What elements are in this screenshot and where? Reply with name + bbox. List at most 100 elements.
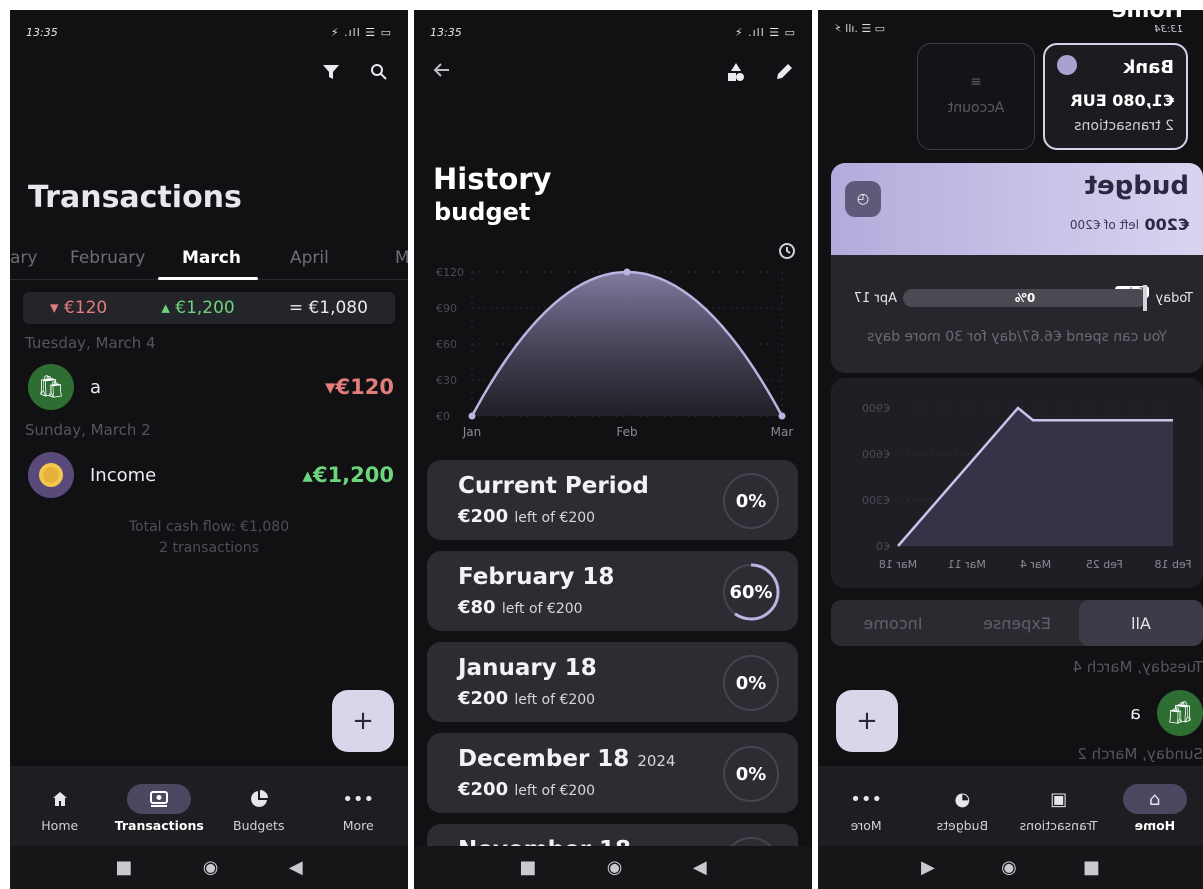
back-icon[interactable]: ◀ (921, 857, 935, 878)
status-icons: ⚡ .ıll ☰ ▭ (330, 25, 392, 39)
period-amount-line: €200 left of €200 (458, 506, 596, 527)
system-nav: ■ ◉ ◀ (10, 846, 408, 889)
period-title: January 18 (458, 655, 597, 681)
nav-label: More (342, 818, 374, 833)
home-screen-mirrored: Home 13:34 ▭ ☰ .ıll ⚡ Bank €1,080 EUR 2 … (818, 10, 1203, 889)
nav-label: Budgets (233, 818, 285, 833)
recents-icon[interactable]: ■ (1083, 857, 1100, 878)
nav-transactions[interactable]: ▣ Transactions (1014, 784, 1104, 834)
today-label: Today (1155, 291, 1193, 306)
transactions-screen: 13:35 ⚡ .ıll ☰ ▭ Transactions ary Februa… (10, 10, 408, 889)
history-icon[interactable]: ◷ (845, 181, 881, 217)
account-color-dot (1057, 55, 1077, 75)
back-arrow-icon[interactable] (432, 60, 452, 85)
nav-budgets[interactable]: ◕ Budgets (917, 784, 1007, 834)
system-nav: ■ ◉ ◀ (414, 846, 812, 889)
recents-icon[interactable]: ■ (115, 857, 132, 878)
edit-icon[interactable] (774, 62, 794, 87)
filter-expense[interactable]: Expense (955, 600, 1079, 646)
pie-chart-icon (227, 784, 291, 814)
home-circle-icon[interactable]: ◉ (607, 857, 623, 878)
nav-home[interactable]: Home (15, 784, 105, 833)
budget-title: budget (1084, 171, 1189, 201)
wallet-icon (127, 784, 192, 814)
day-header: Sunday, March 2 (1077, 745, 1203, 763)
filter-income[interactable]: Income (831, 600, 955, 646)
active-tab-indicator (158, 277, 258, 280)
period-title: Current Period (458, 473, 649, 499)
status-time: 13:35 (26, 25, 58, 39)
budget-history-screen: 13:35 ⚡ .ıll ☰ ▭ History budget €120 €90 €… (414, 10, 812, 889)
budget-left-of: left of €200 (1069, 218, 1139, 232)
x-tick-label: Mar 4 (1020, 558, 1051, 571)
summary-income: ▴ €1,200 (161, 298, 235, 318)
account-balance: €1,080 EUR (1070, 91, 1174, 110)
budget-pct: 0% (1014, 291, 1036, 305)
home-circle-icon[interactable]: ◉ (1001, 857, 1017, 878)
tab-january[interactable]: ary (10, 248, 37, 268)
x-tick-label: Jan (462, 425, 482, 439)
account-card-bank[interactable]: Bank €1,080 EUR 2 transactions (1043, 43, 1188, 150)
period-title: December 18 2024 (458, 746, 676, 772)
system-nav: ■ ◉ ◀ (818, 846, 1203, 889)
add-transaction-button[interactable]: + (332, 690, 394, 752)
data-point (778, 412, 786, 420)
tab-march[interactable]: March (182, 248, 241, 268)
budget-card[interactable]: budget €200 left of €200 ◷ Today Today 0… (831, 163, 1203, 373)
nav-budgets[interactable]: Budgets (214, 784, 304, 833)
page-subtitle: budget (434, 198, 531, 226)
status-bar: 13:35 ⚡ .ıll ☰ ▭ (430, 24, 796, 40)
period-card[interactable]: December 18 2024 €200 left of €200 0% (427, 733, 798, 813)
period-year: 2024 (637, 752, 676, 770)
cashflow-count: 2 transactions (159, 540, 259, 556)
transaction-row[interactable]: Income ▴€1,200 (28, 450, 394, 500)
shapes-icon[interactable] (726, 62, 746, 87)
tab-february[interactable]: February (70, 248, 145, 268)
add-transaction-button[interactable]: + (836, 690, 898, 752)
cashflow-total: Total cash flow: €1,080 (128, 519, 290, 535)
account-name: Bank (1123, 57, 1174, 78)
period-amount-line: €200 left of €200 (458, 779, 596, 800)
status-time: 13:34 (1154, 24, 1183, 35)
bottom-nav: ⌂ Home ▣ Transactions ◕ Budgets ••• More (818, 766, 1203, 846)
nav-label: Budgets (936, 818, 989, 833)
y-tick-label: €600 (862, 448, 890, 461)
day-header: Tuesday, March 4 (25, 334, 156, 352)
nav-home[interactable]: ⌂ Home (1110, 784, 1200, 833)
back-icon[interactable]: ◀ (693, 857, 707, 878)
transaction-row[interactable]: 🛍 a ▾€120 (28, 362, 394, 412)
x-tick-label: Mar 18 (879, 558, 917, 571)
tab-april[interactable]: April (290, 248, 329, 268)
filter-icon[interactable] (322, 62, 340, 86)
data-point (468, 412, 476, 420)
status-time: 13:35 (430, 25, 462, 39)
period-card[interactable]: Current Period €200 left of €200 0% (427, 460, 798, 540)
nav-more[interactable]: ••• More (313, 784, 403, 834)
period-amount-line: €200 left of €200 (458, 688, 596, 709)
x-tick-label: Mar 11 (948, 558, 986, 571)
month-summary: ▾ €120 ▴ €1,200 = €1,080 (23, 292, 395, 324)
recents-icon[interactable]: ■ (519, 857, 536, 878)
transaction-name: a (90, 376, 102, 398)
transaction-name: a (1129, 703, 1141, 724)
period-card[interactable]: February 18 €80 left of €200 60% (427, 551, 798, 631)
period-card[interactable]: January 18 €200 left of €200 0% (427, 642, 798, 722)
transaction-amount: ▾€120 (325, 375, 394, 399)
home-circle-icon[interactable]: ◉ (203, 857, 219, 878)
search-icon[interactable] (370, 62, 388, 86)
budget-end-date: Apr 17 (853, 291, 897, 306)
period-percent: 0% (735, 490, 767, 512)
tab-may[interactable]: M (395, 248, 408, 268)
period-amount-line: €80 left of €200 (458, 597, 583, 618)
y-tick-label: €0 (436, 410, 450, 423)
budget-header: budget €200 left of €200 ◷ (831, 163, 1203, 255)
nav-more[interactable]: ••• More (821, 784, 911, 834)
filter-segmented-control: All Expense Income (831, 600, 1203, 646)
filter-all[interactable]: All (1079, 600, 1203, 646)
back-icon[interactable]: ◀ (289, 857, 303, 878)
budget-progress: 0% (903, 285, 1147, 311)
nav-transactions[interactable]: Transactions (114, 784, 204, 833)
status-icons: ▭ ☰ .ıll ⚡ (834, 22, 886, 35)
add-account-card[interactable]: Account ≡ (917, 43, 1035, 150)
y-tick-label: €90 (436, 302, 457, 315)
